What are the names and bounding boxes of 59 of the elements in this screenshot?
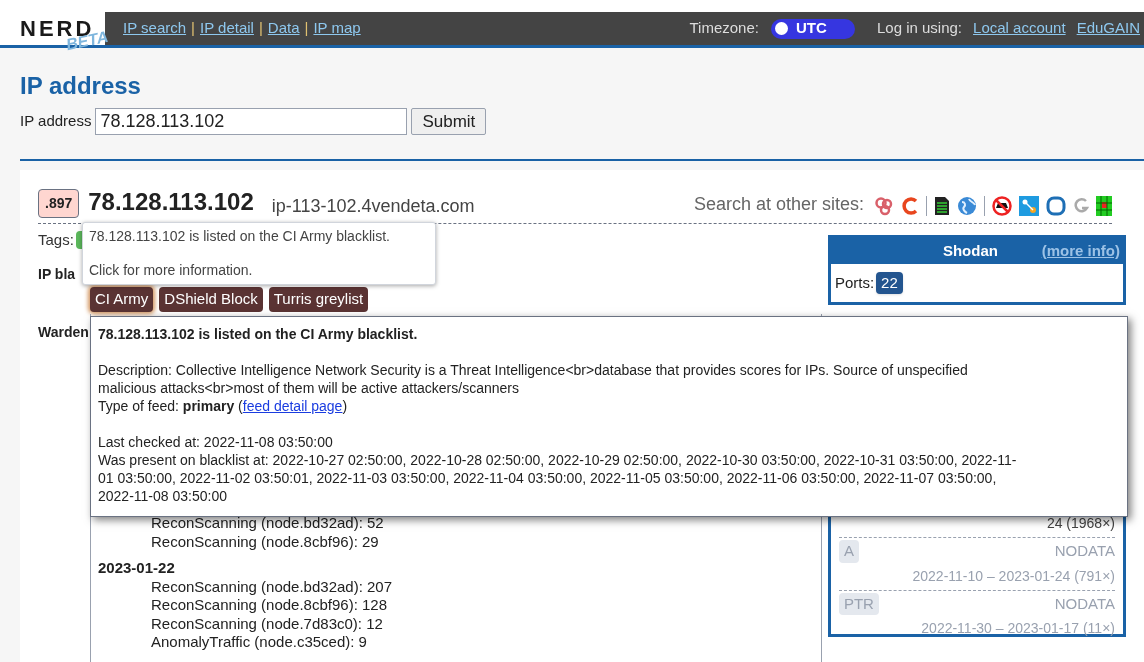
nav-separator: | (304, 18, 309, 39)
event-line: ReconScanning (node.8cbf96): 29 (151, 532, 380, 551)
tooltip-text: 78.128.113.102 is listed on the CI Army blacklist. (89, 227, 391, 246)
login-label: Log in using: (876, 18, 963, 39)
hostname: ip-113-102.4vendeta.com (271, 195, 475, 218)
login-link[interactable]: Local account (973, 17, 1066, 40)
nav-link[interactable]: Data (267, 17, 300, 40)
page-heading: IP address (20, 72, 142, 100)
blacklist-badge[interactable]: Turris greylist (268, 287, 369, 312)
feed-close-paren: ) (342, 397, 348, 415)
record-value: NODATA (1054, 593, 1115, 614)
rings-icon[interactable] (874, 196, 894, 216)
timezone-label: Timezone: (689, 18, 759, 39)
nav-link[interactable]: IP map (313, 17, 361, 40)
nav-link[interactable]: IP search (123, 17, 187, 40)
blacklists-label: IP bla (38, 265, 76, 284)
ports-label: Ports: (834, 272, 875, 293)
ip-address-title: 78.128.113.102 (88, 187, 254, 217)
blacklist-badge[interactable]: DShield Block (159, 287, 263, 312)
timezone-toggle[interactable]: UTC (770, 18, 855, 39)
record-value: NODATA (1054, 541, 1115, 561)
event-line: ReconScanning (node.bd32ad): 52 (151, 514, 385, 533)
record-range: 2022-11-30 – 2023-01-17 (11×) (920, 619, 1115, 638)
present-dates-text: Was present on blacklist at: 2022-10-27 02:50:00, 2022-10-28 02:50:00, 2022-10-29 02:50:00, 2022-10-30 03:50:00, 2022-10-31 03:50:00, 2022-11-01 03:50:00, 2022-11-02 03:50:01, 2022-11-03 03:50:00, 2022-11-04 03:50:00, 2022-11-05 03:50:00, 2022-11-06 03:50:00, 2022-11-07 03:50:00, 2022-11-08 03:50:00 (98, 451, 1018, 505)
popup-title: 78.128.113.102 is listed on the CI Army blacklist. (98, 325, 419, 343)
ip-address-field[interactable]: 78.128.113.102 (95, 108, 408, 135)
nav-separator: | (191, 18, 195, 39)
record-range: 2022-11-10 – 2023-01-24 (791×) (911, 566, 1115, 586)
circle-outline-icon[interactable] (1046, 196, 1066, 216)
port-badge: 22 (876, 271, 903, 295)
submit-button[interactable]: Submit (411, 108, 487, 135)
tooltip-text: Click for more information. (89, 261, 254, 280)
feed-detail-link[interactable]: feed detail page (242, 397, 343, 415)
feed-type-text: Type of feed: primary ( (98, 397, 243, 415)
score-badge: .897 (38, 189, 80, 218)
shodan-title: Shodan (942, 240, 998, 261)
nav-separator: | (258, 18, 263, 39)
document-icon[interactable] (934, 196, 950, 216)
nodes-icon[interactable] (1019, 196, 1039, 216)
dns-range: 24 (1968×) (1045, 514, 1115, 533)
record-type-badge: PTR (838, 592, 879, 615)
search-sites-label: Search at other sites: (693, 193, 864, 216)
event-date: 2023-01-22 (98, 559, 176, 578)
tags-label: Tags: (38, 229, 74, 250)
hat-icon[interactable] (992, 196, 1012, 216)
event-line: AnomalyTraffic (node.c35ced): 9 (151, 633, 368, 652)
event-line: ReconScanning (node.7d83c0): 12 (151, 614, 384, 633)
event-line: ReconScanning (node.bd32ad): 207 (151, 577, 394, 596)
ip-address-label: IP address (20, 111, 92, 132)
nav-link[interactable]: IP detail (200, 17, 254, 40)
record-type-badge: A (838, 540, 859, 563)
grid-icon[interactable] (1096, 196, 1112, 216)
c-letter-icon[interactable] (901, 196, 919, 216)
blacklist-badge[interactable]: CI Army (90, 287, 154, 312)
globe-icon[interactable] (957, 196, 977, 216)
login-link[interactable]: EduGAIN (1076, 17, 1140, 40)
last-checked-text: Last checked at: 2022-11-08 03:50:00 (98, 433, 334, 451)
warden-label: Warden (38, 322, 89, 342)
event-line: ReconScanning (node.8cbf96): 128 (151, 596, 388, 615)
